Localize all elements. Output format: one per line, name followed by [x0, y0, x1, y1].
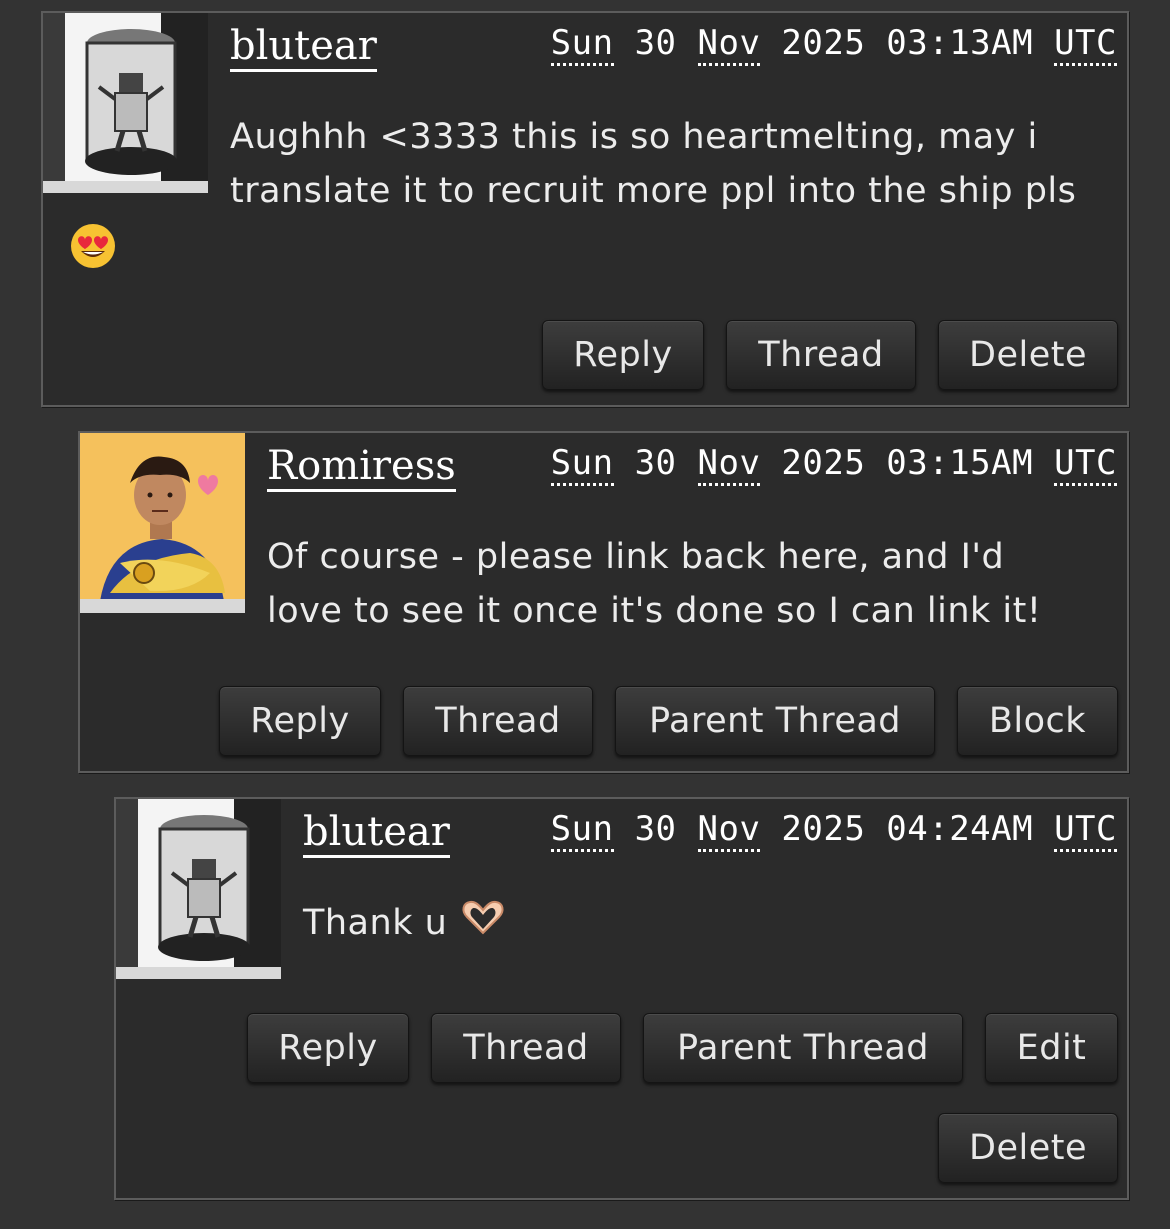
- delete-button[interactable]: Delete: [938, 320, 1118, 390]
- day-abbr: Sun: [550, 23, 614, 66]
- date-day: 30: [634, 443, 677, 483]
- parent-thread-button[interactable]: Parent Thread: [643, 1013, 963, 1083]
- body-line: Of course - please link back here, and I…: [267, 537, 1005, 577]
- month-abbr: Nov: [697, 443, 761, 486]
- body-line: Aughhh <3333 this is so heartmelting, ma…: [230, 117, 1038, 157]
- body-line: translate it to recruit more ppl into th…: [230, 171, 1077, 211]
- date-year: 2025: [781, 23, 866, 63]
- comment-3: blutear Sun 30 Nov 2025 04:24AM UTC Than…: [114, 797, 1129, 1200]
- date-day: 30: [634, 23, 677, 63]
- tz-abbr: UTC: [1054, 809, 1117, 852]
- comment-body: Thank u: [303, 896, 507, 951]
- username-link[interactable]: Romiress: [267, 443, 456, 492]
- parent-thread-button[interactable]: Parent Thread: [615, 686, 935, 756]
- date-time: 03:13AM: [886, 23, 1034, 63]
- tz-abbr: UTC: [1054, 23, 1117, 66]
- month-abbr: Nov: [697, 809, 761, 852]
- date-time: 04:24AM: [886, 809, 1034, 849]
- thread-button[interactable]: Thread: [403, 686, 593, 756]
- blutear-avatar[interactable]: [116, 799, 281, 979]
- tz-abbr: UTC: [1054, 443, 1117, 486]
- comment-datetime: Sun 30 Nov 2025 04:24AM UTC: [550, 809, 1117, 852]
- block-button[interactable]: Block: [957, 686, 1118, 756]
- date-year: 2025: [781, 443, 866, 483]
- blutear-avatar[interactable]: [43, 13, 208, 193]
- body-text: Thank u: [303, 903, 448, 943]
- delete-button[interactable]: Delete: [938, 1113, 1118, 1183]
- comment-datetime: Sun 30 Nov 2025 03:13AM UTC: [550, 23, 1117, 66]
- reply-button[interactable]: Reply: [247, 1013, 409, 1083]
- date-day: 30: [634, 809, 677, 849]
- heart-eyes-emoji-icon: [70, 223, 116, 273]
- thread-button[interactable]: Thread: [431, 1013, 621, 1083]
- thread-button[interactable]: Thread: [726, 320, 916, 390]
- reply-button[interactable]: Reply: [219, 686, 381, 756]
- heart-hands-emoji-icon: [459, 897, 507, 951]
- username-link[interactable]: blutear: [303, 809, 450, 858]
- body-line: love to see it once it's done so I can l…: [267, 591, 1042, 631]
- month-abbr: Nov: [697, 23, 761, 66]
- date-time: 03:15AM: [886, 443, 1034, 483]
- day-abbr: Sun: [550, 443, 614, 486]
- comment-2: Romiress Sun 30 Nov 2025 03:15AM UTC Of …: [78, 431, 1129, 773]
- romiress-avatar[interactable]: [80, 433, 245, 613]
- comment-datetime: Sun 30 Nov 2025 03:15AM UTC: [550, 443, 1117, 486]
- comment-1: blutear Sun 30 Nov 2025 03:13AM UTC Augh…: [41, 11, 1129, 407]
- day-abbr: Sun: [550, 809, 614, 852]
- avatar-image-icon: [43, 13, 208, 193]
- username-link[interactable]: blutear: [230, 23, 377, 72]
- comment-body: Aughhh <3333 this is so heartmelting, ma…: [230, 110, 1076, 218]
- reply-button[interactable]: Reply: [542, 320, 704, 390]
- date-year: 2025: [781, 809, 866, 849]
- avatar-image-icon: [80, 433, 245, 613]
- edit-button[interactable]: Edit: [985, 1013, 1118, 1083]
- comment-body: Of course - please link back here, and I…: [267, 530, 1041, 638]
- avatar-image-icon: [116, 799, 281, 979]
